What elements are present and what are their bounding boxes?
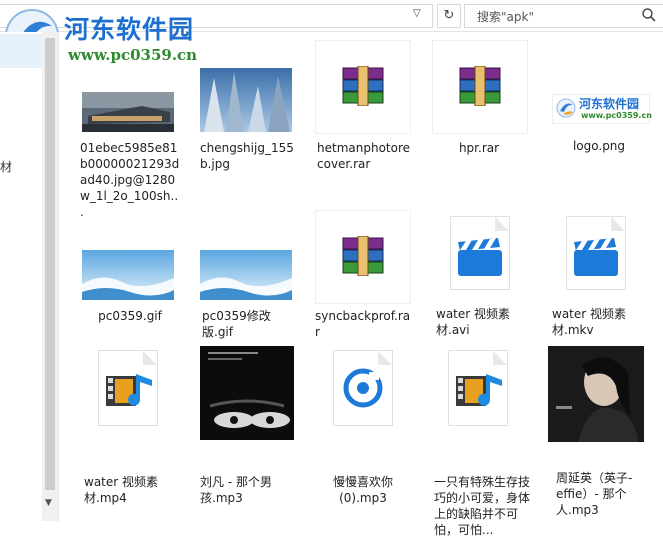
file-name: 慢慢喜欢你(0).mp3 — [332, 475, 393, 505]
image-thumbnail — [200, 250, 292, 300]
rar-archive-icon — [342, 66, 384, 106]
search-input[interactable]: 搜索"apk" — [464, 4, 663, 28]
file-item[interactable]: pc0359.gif — [80, 250, 190, 330]
media-file-icon — [456, 372, 502, 406]
nav-item-label[interactable]: 材 — [0, 158, 12, 175]
logo-thumb-name: 河东软件园 — [579, 97, 640, 111]
file-name: 周延英（英子-effie）- 那个人.mp3 — [556, 471, 633, 517]
page-corner — [378, 351, 392, 365]
file-name: chengshijg_155b.jpg — [200, 141, 294, 171]
file-name: pc0359修改版.gif — [202, 309, 271, 339]
file-name: hpr.rar — [458, 141, 500, 155]
logo-thumb-url: www.pc0359.cn — [581, 111, 652, 120]
scrollbar-thumb[interactable] — [45, 38, 55, 490]
file-name: pc0359.gif — [98, 309, 162, 323]
refresh-button[interactable]: ↻ — [437, 4, 461, 28]
file-name: water 视频素材.mkv — [552, 307, 627, 337]
file-name: 01ebec5985e81b00000021293dad40.jpg@1280w… — [80, 141, 180, 219]
chevron-down-icon[interactable]: ▽ — [413, 8, 421, 19]
image-thumbnail — [82, 92, 174, 132]
file-item[interactable]: syncbackprof.rar — [313, 210, 423, 350]
album-art-thumbnail — [548, 346, 644, 442]
file-item[interactable]: 慢慢喜欢你(0).mp3 — [313, 350, 423, 505]
media-file-icon — [106, 372, 152, 406]
file-item[interactable]: water 视频素材.mkv — [546, 216, 656, 346]
logo-image-thumbnail: 河东软件园 www.pc0359.cn — [552, 94, 652, 124]
page-corner — [493, 351, 507, 365]
page-corner — [495, 217, 509, 231]
image-thumbnail — [82, 250, 174, 300]
file-name: water 视频素材.avi — [436, 307, 511, 337]
file-item[interactable]: pc0359修改版.gif — [196, 250, 306, 350]
file-item[interactable]: 一只有特殊生存技巧的小可爱，身体上的缺陷并不可怕，可怕... — [430, 350, 540, 537]
rar-archive-icon — [342, 236, 384, 276]
video-clapper-icon — [458, 238, 502, 276]
file-item[interactable]: 刘凡 - 那个男孩.mp3 — [196, 346, 306, 505]
file-item[interactable]: water 视频素材.mp4 — [80, 350, 190, 505]
search-placeholder: 搜索"apk" — [477, 10, 534, 24]
file-name: water 视频素材.mp4 — [84, 475, 159, 505]
album-art-thumbnail — [200, 346, 294, 440]
file-item[interactable]: water 视频素材.avi — [430, 216, 540, 346]
nav-item-selected[interactable] — [0, 34, 42, 68]
page-corner — [143, 351, 157, 365]
rar-archive-icon — [459, 66, 501, 106]
groove-music-icon — [343, 368, 383, 408]
navigation-pane: 材 ▼ — [0, 32, 59, 521]
file-grid: 01ebec5985e81b00000021293dad40.jpg@1280w… — [58, 32, 663, 537]
file-item[interactable]: hpr.rar — [430, 40, 540, 180]
file-name: hetmanphotorecover.rar — [317, 141, 411, 171]
logo-mark-icon — [556, 98, 576, 118]
file-name: 一只有特殊生存技巧的小可爱，身体上的缺陷并不可怕，可怕... — [434, 475, 531, 537]
page-corner — [611, 217, 625, 231]
scroll-down-icon[interactable]: ▼ — [45, 498, 52, 508]
file-item[interactable]: 01ebec5985e81b00000021293dad40.jpg@1280w… — [80, 92, 190, 219]
file-name: 刘凡 - 那个男孩.mp3 — [200, 475, 272, 505]
video-clapper-icon — [574, 238, 618, 276]
file-item[interactable]: 河东软件园 www.pc0359.cn logo.png — [546, 94, 656, 164]
file-item[interactable]: 周延英（英子-effie）- 那个人.mp3 — [546, 346, 656, 517]
image-thumbnail — [200, 68, 292, 132]
file-name: syncbackprof.rar — [315, 309, 411, 339]
file-item[interactable]: hetmanphotorecover.rar — [313, 40, 423, 180]
file-name: logo.png — [572, 139, 626, 153]
search-icon[interactable] — [641, 7, 657, 23]
file-item[interactable]: chengshijg_155b.jpg — [196, 68, 306, 178]
nav-scrollbar[interactable]: ▼ — [42, 32, 58, 521]
